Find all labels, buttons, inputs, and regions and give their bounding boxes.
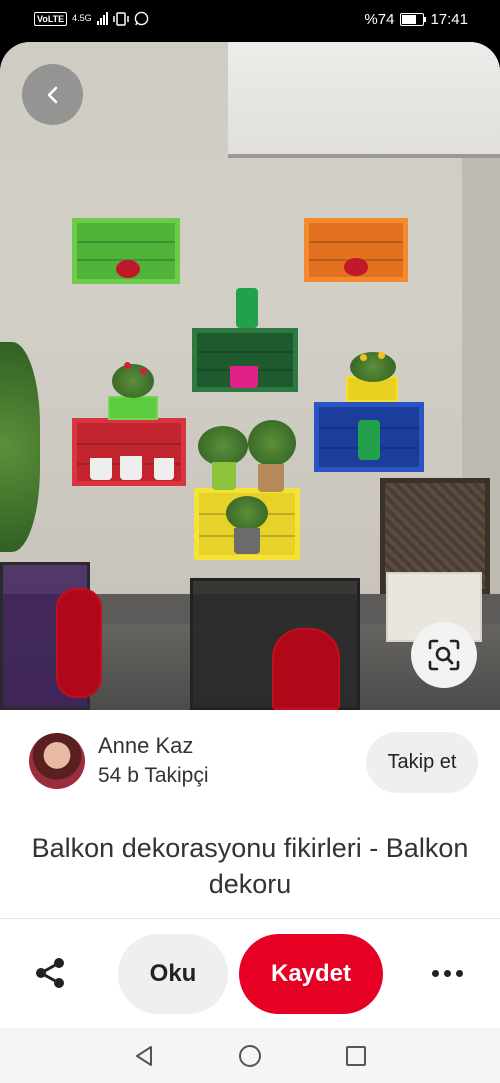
grey-pot [234,528,260,554]
system-nav-bar [0,1028,500,1083]
visual-search-button[interactable] [411,622,477,688]
back-button[interactable] [22,64,83,125]
more-dots-icon[interactable] [424,955,470,991]
battery-percent: %74 [364,11,395,28]
pin-title: Balkon dekorasyonu fikirleri - Balkon de… [31,833,469,899]
vibrate-icon [112,11,129,26]
small-green-box [108,396,158,420]
herb-plant [198,426,248,466]
battery-icon [400,13,427,26]
white-pot [154,458,174,480]
network-type: 4.5G [72,13,92,23]
visual-search-icon [428,639,460,671]
read-button[interactable]: Oku [118,934,228,1014]
share-button[interactable] [30,953,70,993]
green-lantern [358,420,380,460]
ceiling [228,42,500,158]
pin-image-frame [0,42,500,710]
follow-button[interactable]: Takip et [366,732,478,793]
save-button[interactable]: Kaydet [239,934,383,1014]
yellow-crate-plant [226,496,268,530]
red-ribbon [56,588,102,698]
nav-back-triangle-icon[interactable] [130,1042,158,1070]
patterned-pot [258,464,284,492]
whatsapp-icon [134,11,148,26]
white-pot [90,458,112,480]
white-pot [120,456,142,480]
battery-fill [402,15,416,24]
share-icon [36,958,64,988]
flower [360,354,367,361]
chevron-left-icon [47,86,57,103]
red-ribbon [272,628,340,710]
signal-icon [96,12,108,25]
red-vase [116,260,140,278]
follower-count: 54 b Takipçi [98,764,209,787]
flower [140,368,147,375]
yellow-flower-plant [350,352,396,382]
pin-image[interactable] [0,42,500,710]
volte-badge: VoLTE [34,11,68,26]
green-lantern [236,288,258,328]
red-flower-plant [112,364,154,398]
pink-pot [230,366,258,388]
clock: 17:41 [430,11,468,28]
author-name[interactable]: Anne Kaz [98,733,193,759]
status-bar: VoLTE 4.5G %74 17:41 [0,0,500,42]
divider [0,918,500,919]
green-pot [212,462,236,490]
status-right: %74 17:41 [364,11,468,28]
nav-home-circle-icon[interactable] [236,1042,264,1070]
status-left: VoLTE 4.5G [34,11,149,26]
flower [378,352,385,359]
leafy-plant [248,420,296,466]
flower [124,362,131,369]
red-vase [344,258,368,276]
author-avatar[interactable] [29,733,85,789]
nav-recents-square-icon[interactable] [342,1042,370,1070]
